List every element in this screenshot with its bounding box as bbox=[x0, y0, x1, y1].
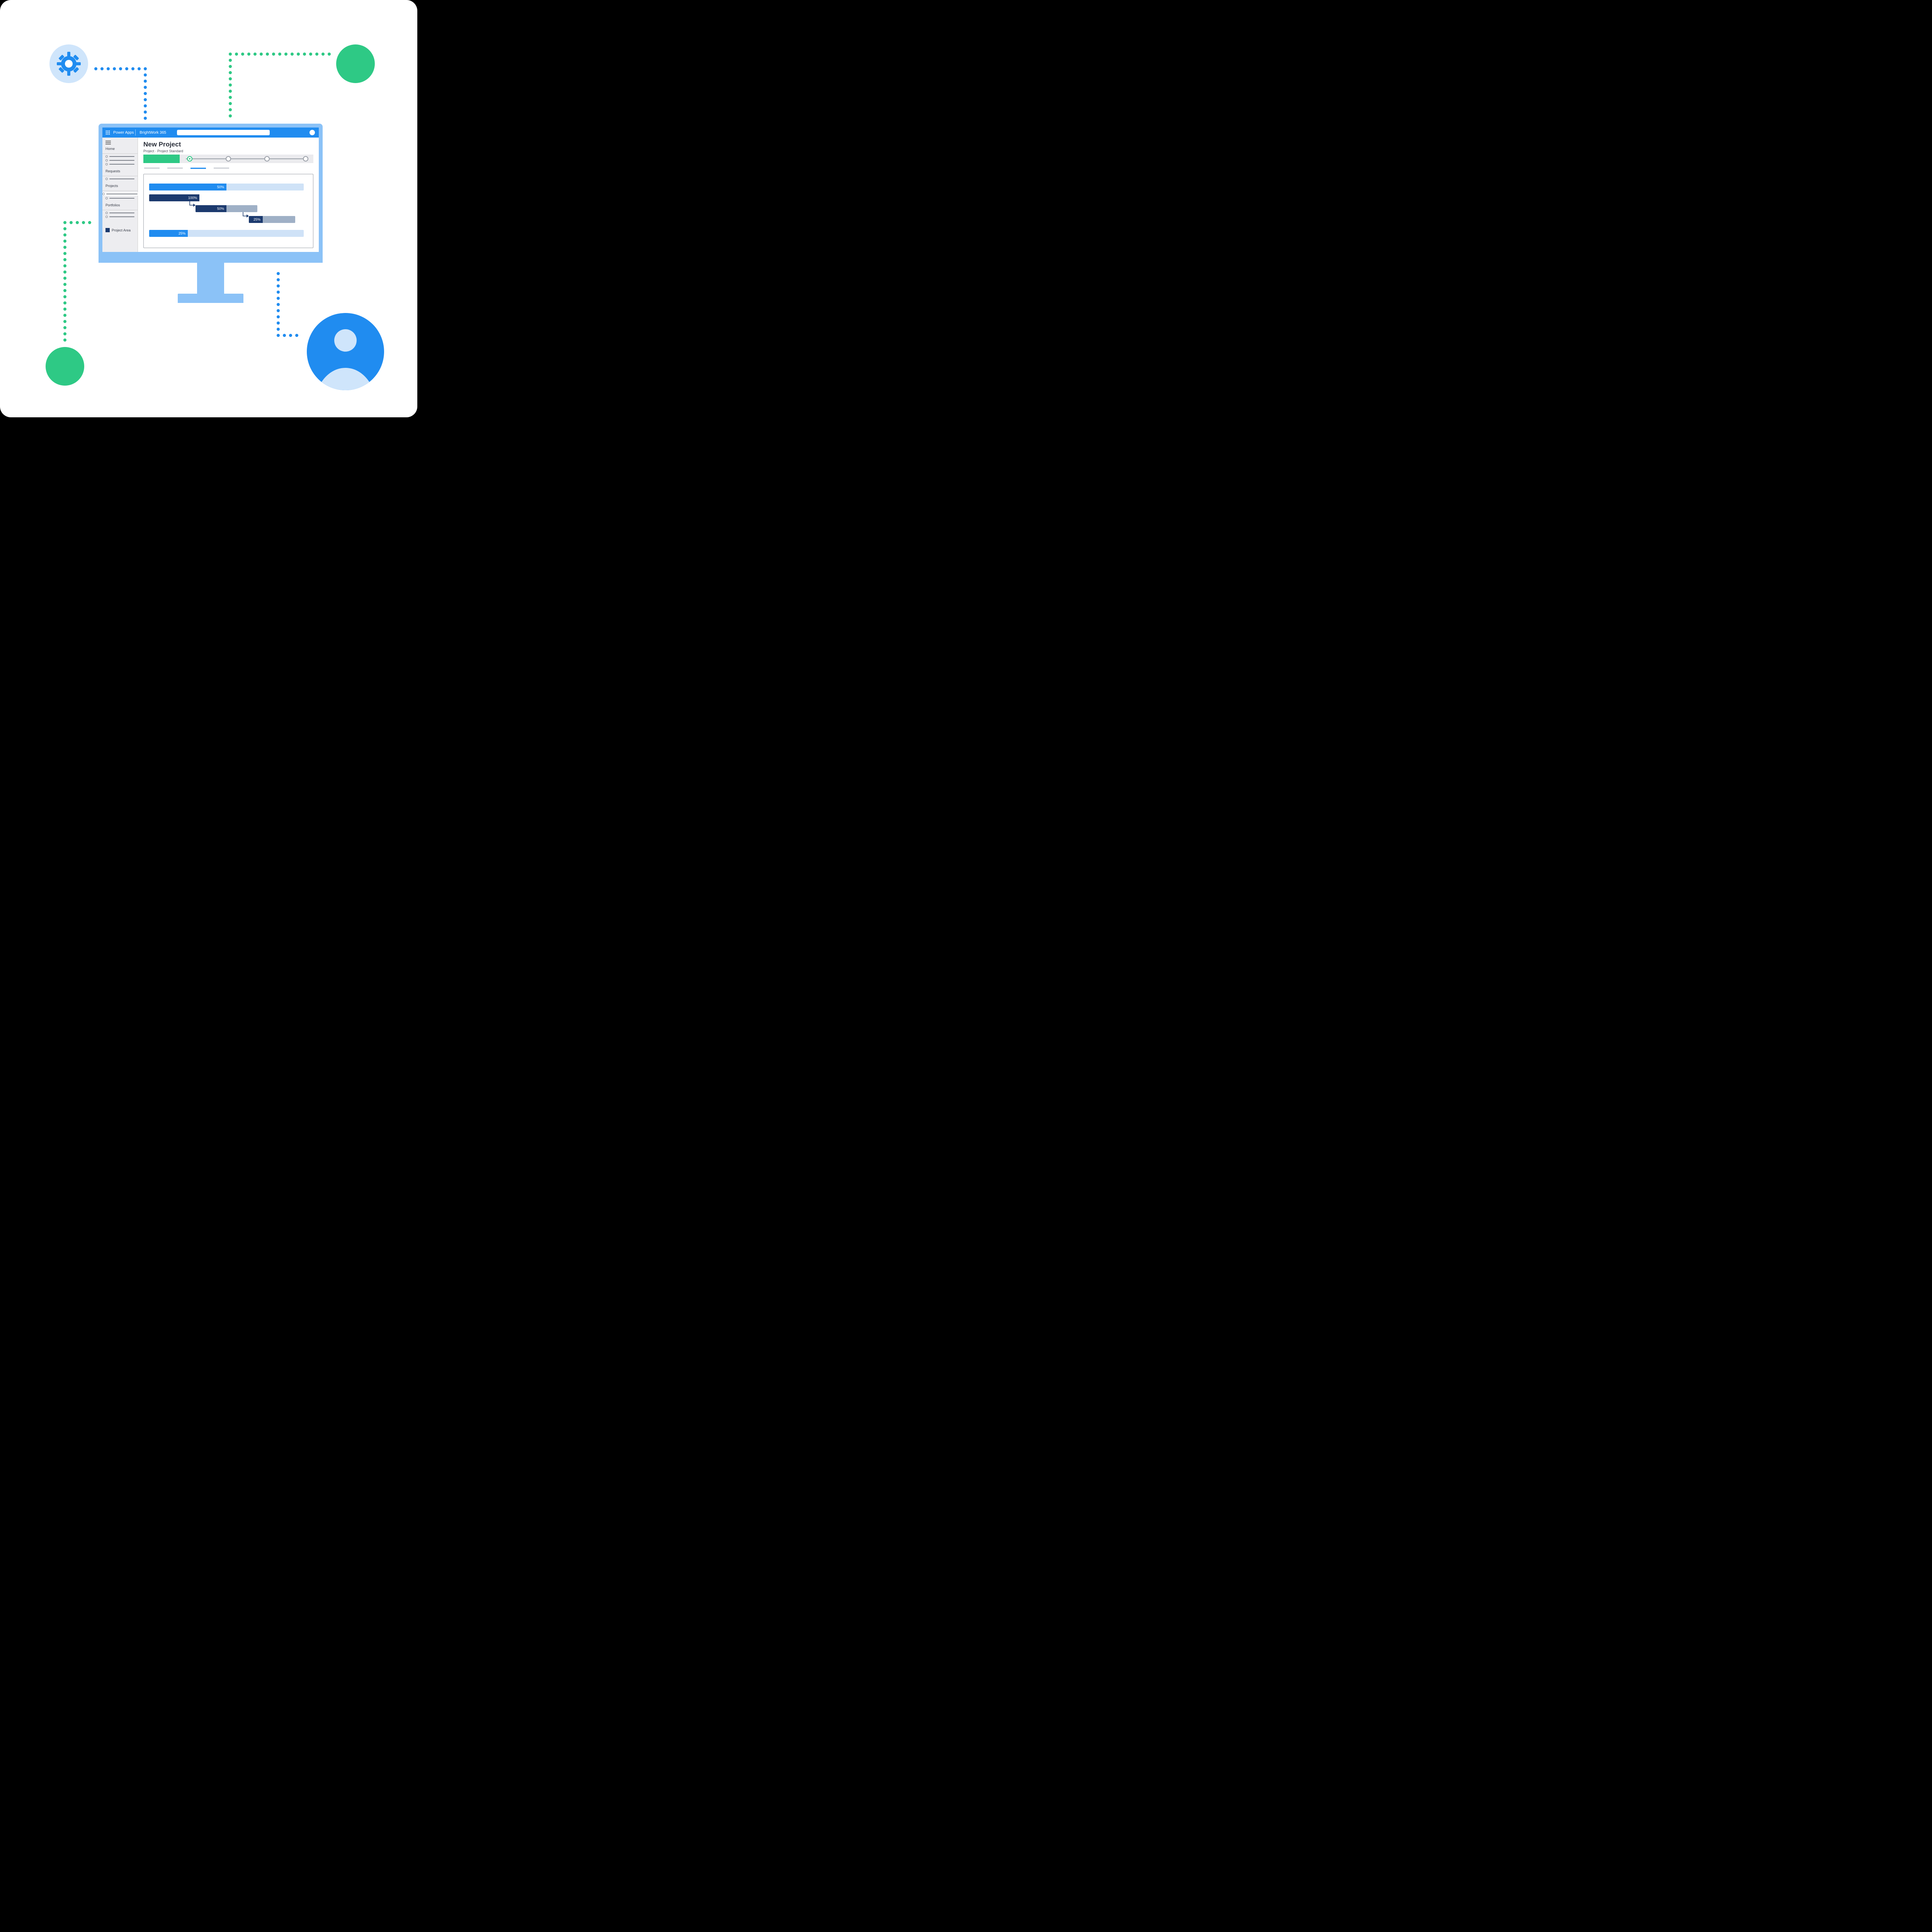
sidebar: Home Requests Projects bbox=[102, 138, 138, 252]
nav-item[interactable] bbox=[105, 212, 134, 214]
project-area-icon bbox=[105, 228, 110, 232]
bar-label: 25% bbox=[249, 216, 263, 223]
gantt-row: 25% bbox=[149, 216, 308, 223]
app-launcher-label[interactable]: Power Apps bbox=[113, 131, 134, 135]
nav-item-selected[interactable] bbox=[99, 192, 141, 196]
hamburger-icon[interactable] bbox=[105, 141, 134, 145]
nav-group-requests[interactable]: Requests bbox=[102, 169, 138, 174]
header-divider bbox=[135, 129, 136, 136]
app-screen: Power Apps BrightWork 365 Home bbox=[99, 124, 323, 256]
gantt-row: 50% bbox=[149, 184, 308, 190]
search-input[interactable] bbox=[177, 130, 270, 135]
breadcrumb: Project · Project Standard bbox=[143, 149, 313, 153]
project-area-label: Project Area bbox=[112, 228, 131, 232]
sidebar-footer[interactable]: Project Area bbox=[102, 228, 138, 232]
app-header: Power Apps BrightWork 365 bbox=[102, 128, 319, 138]
bar-label: 50% bbox=[196, 205, 226, 212]
stage-stepper bbox=[143, 155, 313, 163]
monitor: Power Apps BrightWork 365 Home bbox=[99, 124, 323, 328]
nav-item[interactable] bbox=[105, 159, 134, 162]
nav-item[interactable] bbox=[105, 155, 134, 158]
gantt-row: 25% bbox=[149, 230, 308, 237]
tab-row bbox=[143, 165, 313, 171]
tab-active[interactable] bbox=[190, 168, 206, 169]
dependency-arrow-icon bbox=[242, 212, 250, 220]
stage-node-3[interactable] bbox=[264, 156, 270, 162]
bar-label: 25% bbox=[149, 230, 188, 237]
product-name: BrightWork 365 bbox=[139, 131, 166, 135]
gantt-panel: 50% 100% 50% 25% bbox=[143, 174, 313, 248]
app-launcher-icon[interactable] bbox=[105, 130, 110, 135]
stage-node-1[interactable] bbox=[187, 156, 192, 162]
nav-item[interactable] bbox=[105, 216, 134, 218]
user-avatar[interactable] bbox=[310, 130, 315, 135]
nav-group-portfolios[interactable]: Portfolios bbox=[102, 203, 138, 208]
dependency-arrow-icon bbox=[189, 201, 197, 209]
stage-complete bbox=[143, 155, 180, 163]
main-content: New Project Project · Project Standard bbox=[138, 138, 319, 252]
nav-item[interactable] bbox=[105, 178, 134, 180]
gantt-row: 50% bbox=[149, 205, 308, 212]
nav-group-home[interactable]: Home bbox=[102, 147, 138, 152]
illustration-canvas: { "header": { "app_launcher": "Power App… bbox=[0, 0, 417, 417]
bar-label: 50% bbox=[149, 184, 226, 190]
bar-label: 100% bbox=[149, 194, 199, 201]
gantt-row: 100% bbox=[149, 194, 308, 201]
nav-item[interactable] bbox=[105, 197, 134, 199]
stage-node-4[interactable] bbox=[303, 156, 308, 162]
stage-node-2[interactable] bbox=[226, 156, 231, 162]
nav-item[interactable] bbox=[105, 163, 134, 165]
nav-group-projects[interactable]: Projects bbox=[102, 184, 138, 189]
page-title: New Project bbox=[143, 141, 313, 148]
